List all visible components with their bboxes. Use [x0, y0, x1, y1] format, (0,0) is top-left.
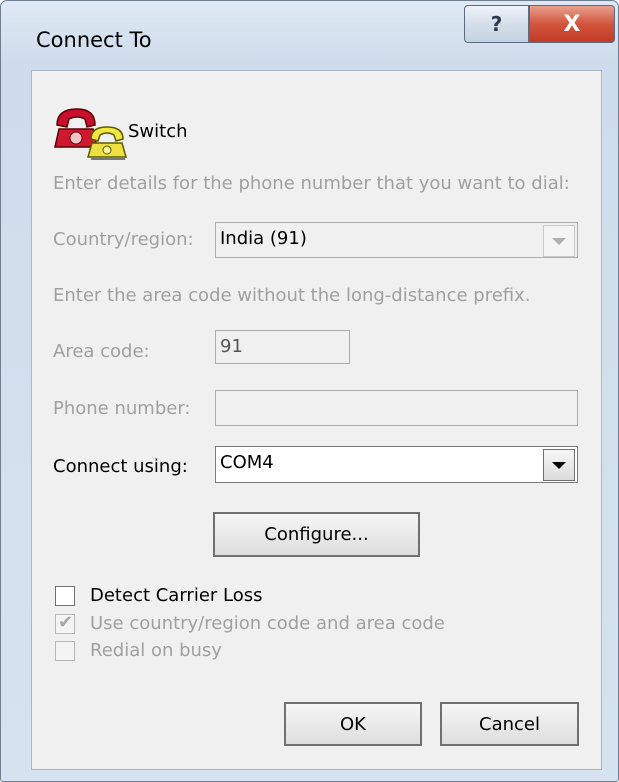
connect-to-dialog: Connect To ? X Switch Enter details for … — [0, 0, 619, 782]
connection-name: Switch — [128, 121, 188, 142]
title-bar[interactable]: Connect To ? X — [1, 1, 618, 71]
redial-on-busy-label: Redial on busy — [90, 640, 222, 661]
close-icon: X — [563, 11, 581, 37]
connect-using-dropdown[interactable]: COM4 — [215, 446, 578, 483]
help-button[interactable]: ? — [464, 5, 529, 43]
detect-carrier-loss-checkbox[interactable] — [55, 586, 75, 606]
area-code-value: 91 — [220, 336, 243, 357]
redial-on-busy-checkbox[interactable] — [55, 641, 75, 661]
cancel-button[interactable]: Cancel — [440, 702, 579, 746]
close-button[interactable]: X — [529, 5, 615, 43]
enter-details-text: Enter details for the phone number that … — [53, 173, 570, 194]
country-dropdown[interactable]: India (91) — [215, 222, 578, 258]
phone-number-field[interactable] — [215, 390, 578, 426]
detect-carrier-loss-label[interactable]: Detect Carrier Loss — [90, 585, 263, 606]
help-icon: ? — [490, 12, 503, 36]
connect-using-value: COM4 — [220, 452, 274, 473]
area-code-field[interactable]: 91 — [215, 330, 350, 364]
chevron-down-icon[interactable] — [543, 225, 575, 257]
use-country-code-checkbox[interactable]: ✔ — [55, 612, 75, 634]
check-icon: ✔ — [58, 612, 74, 633]
area-code-label: Area code: — [53, 341, 150, 362]
connect-using-label: Connect using: — [53, 456, 188, 477]
area-code-hint: Enter the area code without the long-dis… — [53, 285, 531, 306]
ok-button[interactable]: OK — [284, 702, 422, 746]
phone-number-label: Phone number: — [53, 398, 191, 419]
configure-button[interactable]: Configure... — [213, 512, 420, 557]
country-label: Country/region: — [53, 229, 194, 250]
chevron-down-icon[interactable] — [543, 449, 575, 481]
phone-icon — [54, 108, 127, 160]
use-country-code-label: Use country/region code and area code — [90, 613, 445, 634]
country-value: India (91) — [220, 228, 307, 249]
window-title: Connect To — [36, 28, 152, 52]
